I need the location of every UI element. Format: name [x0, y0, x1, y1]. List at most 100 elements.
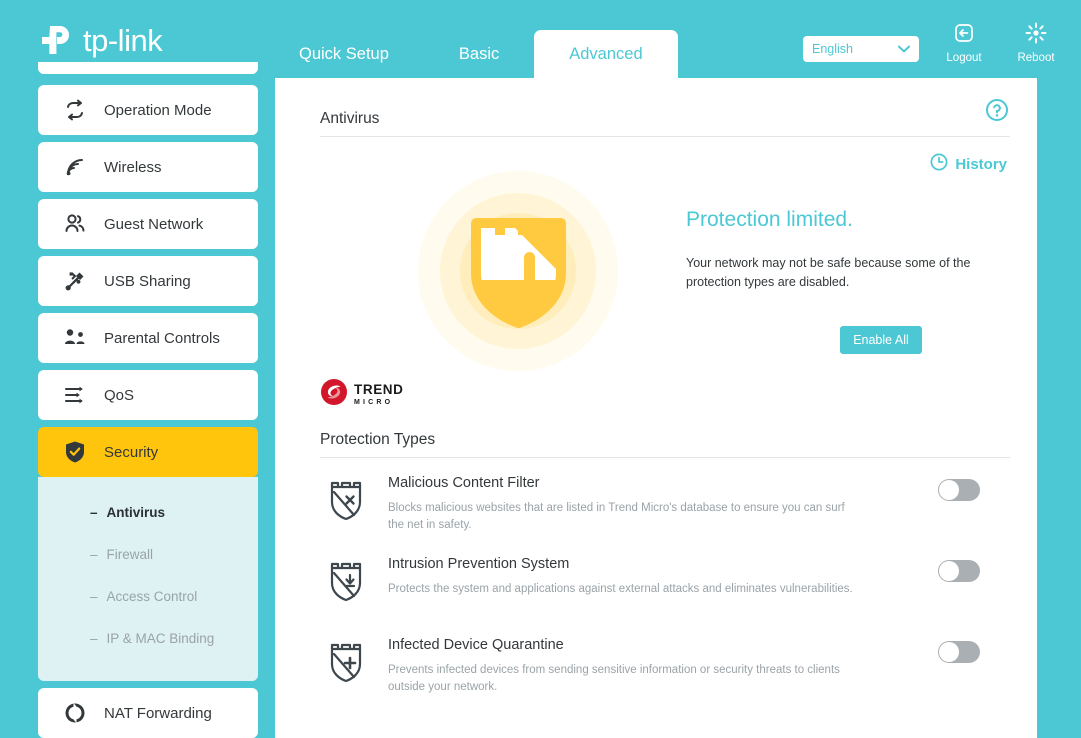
protection-name: Infected Device Quarantine [388, 637, 564, 653]
trend-line-2: MICRO [354, 398, 394, 406]
reboot-label: Reboot [1017, 52, 1055, 64]
protection-name: Malicious Content Filter [388, 475, 540, 491]
sidebar-subitem-access-control[interactable]: – Access Control [38, 575, 258, 617]
nat-forwarding-icon [62, 700, 88, 726]
sidebar-subitem-firewall[interactable]: – Firewall [38, 533, 258, 575]
subitem-dash: – [90, 546, 98, 562]
brand-name: tp-link [83, 22, 163, 58]
protection-types-title: Protection Types [320, 431, 436, 448]
toggle-knob [939, 642, 959, 662]
sidebar-item-label: Wireless [104, 158, 162, 176]
brand-logo[interactable]: tp-link [36, 20, 163, 60]
security-shield-icon [62, 439, 88, 465]
subitem-label: Firewall [106, 546, 154, 562]
subitem-dash: – [90, 630, 98, 646]
enable-all-button[interactable]: Enable All [840, 326, 922, 354]
subitem-label: Access Control [106, 588, 198, 604]
operation-mode-icon [62, 97, 88, 123]
sidebar-item-label: QoS [104, 386, 135, 404]
sidebar-item-nat-forwarding[interactable]: NAT Forwarding [38, 688, 258, 738]
subitem-label: IP & MAC Binding [106, 630, 215, 646]
history-label: History [955, 155, 1007, 173]
help-question-icon[interactable] [985, 98, 1009, 127]
toggle-knob [939, 480, 959, 500]
sidebar-item-label: Guest Network [104, 215, 204, 233]
wireless-icon [62, 154, 88, 180]
toggle-infected-device-quarantine[interactable] [938, 641, 980, 663]
antivirus-status-graphic [413, 166, 623, 376]
sidebar-item-security[interactable]: Security [38, 427, 258, 477]
logout-button[interactable]: Logout [937, 16, 991, 64]
subitem-dash: – [90, 504, 98, 520]
protection-row-intrusion-prevention-system: Intrusion Prevention System Protects the… [320, 556, 1010, 602]
protection-row-body: Malicious Content Filter Blocks maliciou… [372, 475, 1010, 535]
reboot-icon [1025, 22, 1047, 49]
sidebar-item-parental-controls[interactable]: Parental Controls [38, 313, 258, 363]
main-nav-tabs: Quick Setup Basic Advanced [264, 30, 678, 78]
tab-advanced[interactable]: Advanced [534, 30, 678, 78]
protection-row-malicious-content-filter: Malicious Content Filter Blocks maliciou… [320, 475, 1010, 535]
sidebar-item-label: USB Sharing [104, 272, 191, 290]
sidebar-scroll-top-edge [38, 62, 258, 74]
shield-download-icon [320, 556, 372, 602]
header-actions: English Logout Reboot [803, 16, 1063, 64]
sidebar-item-qos[interactable]: QoS [38, 370, 258, 420]
sidebar-item-operation-mode[interactable]: Operation Mode [38, 85, 258, 135]
subitem-label: Antivirus [106, 504, 166, 520]
trend-micro-wordmark: TREND MICRO [354, 383, 404, 406]
status-description: Your network may not be safe because som… [686, 256, 971, 290]
sidebar-nav: Operation Mode Wireless Guest Network US… [0, 62, 275, 738]
page-title-divider [320, 136, 1010, 137]
qos-icon [62, 382, 88, 408]
protection-row-body: Infected Device Quarantine Prevents infe… [372, 637, 1010, 697]
logout-label: Logout [946, 52, 982, 64]
sidebar-subitem-antivirus[interactable]: – Antivirus [38, 491, 258, 533]
chevron-down-icon [898, 40, 910, 58]
protection-description: Prevents infected devices from sending s… [388, 664, 840, 694]
usb-sharing-icon [62, 268, 88, 294]
toggle-intrusion-prevention-system[interactable] [938, 560, 980, 582]
router-admin-page: tp-link Quick Setup Basic Advanced Engli… [0, 0, 1081, 738]
tp-link-logo-icon [36, 20, 76, 60]
protection-types-divider [320, 457, 1010, 458]
protection-name: Intrusion Prevention System [388, 556, 570, 572]
sidebar-item-usb-sharing[interactable]: USB Sharing [38, 256, 258, 306]
right-edge-strip [1037, 78, 1081, 738]
toggle-malicious-content-filter[interactable] [938, 479, 980, 501]
protection-row-infected-device-quarantine: Infected Device Quarantine Prevents infe… [320, 637, 1010, 697]
protection-description: Blocks malicious websites that are liste… [388, 502, 845, 532]
trend-micro-logo: TREND MICRO [320, 378, 404, 411]
sidebar-item-label: Operation Mode [104, 101, 212, 119]
sidebar-item-label: NAT Forwarding [104, 704, 212, 722]
trend-line-1: TREND [354, 382, 404, 398]
sidebar-item-guest-network[interactable]: Guest Network [38, 199, 258, 249]
sidebar-subnav-security: – Antivirus – Firewall – Access Control … [38, 477, 258, 681]
logout-icon [953, 22, 975, 49]
protection-row-body: Intrusion Prevention System Protects the… [372, 556, 1010, 598]
sidebar-item-label: Security [104, 443, 159, 461]
main-content: Antivirus History Protection limited. Yo… [275, 78, 1037, 738]
language-select[interactable]: English [803, 36, 919, 62]
status-headline: Protection limited. [686, 208, 853, 231]
sidebar-items: Operation Mode Wireless Guest Network US… [38, 85, 258, 738]
sidebar-subitem-ip-mac-binding[interactable]: – IP & MAC Binding [38, 617, 258, 659]
warning-shield-icon [471, 218, 566, 333]
subitem-dash: – [90, 588, 98, 604]
antivirus-status-text: Protection limited. Your network may not… [686, 208, 986, 293]
shield-x-icon [320, 475, 372, 521]
parental-controls-icon [62, 325, 88, 351]
trend-micro-icon [320, 378, 348, 411]
sidebar-item-wireless[interactable]: Wireless [38, 142, 258, 192]
clock-icon [930, 153, 948, 175]
toggle-knob [939, 561, 959, 581]
sidebar-item-label: Parental Controls [104, 329, 220, 347]
protection-description: Protects the system and applications aga… [388, 583, 853, 595]
language-value: English [812, 42, 853, 56]
history-link[interactable]: History [930, 153, 1007, 175]
guest-network-icon [62, 211, 88, 237]
shield-plus-icon [320, 637, 372, 683]
page-title: Antivirus [320, 110, 380, 127]
reboot-button[interactable]: Reboot [1009, 16, 1063, 64]
tab-quick-setup[interactable]: Quick Setup [264, 30, 424, 78]
tab-basic[interactable]: Basic [424, 30, 534, 78]
